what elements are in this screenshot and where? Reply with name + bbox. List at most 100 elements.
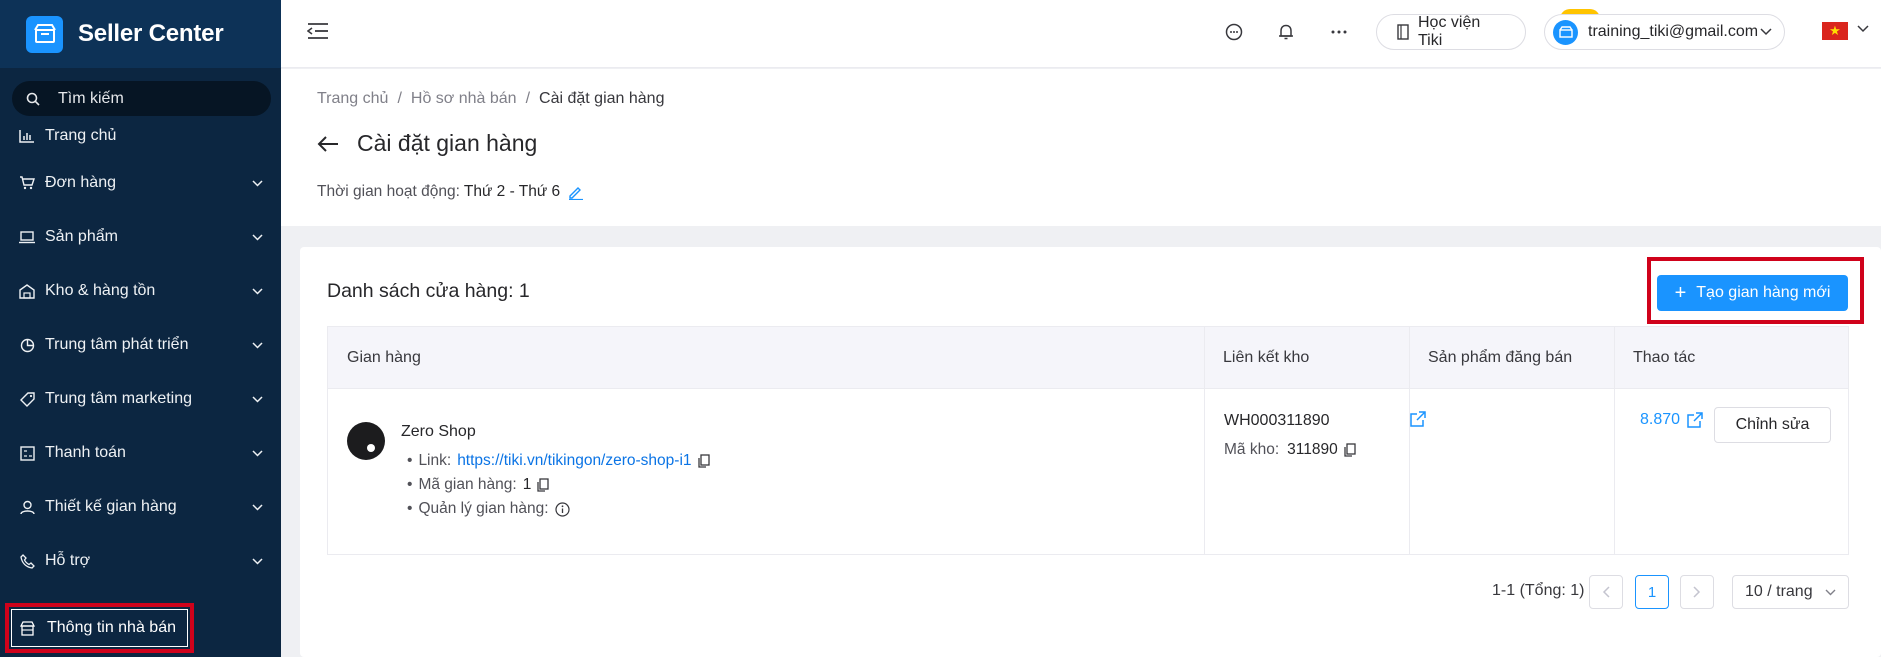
sidebar-item-label: Hỗ trợ [45,552,91,569]
shop-manage-label: Quản lý gian hàng: [418,500,549,517]
sidebar-item-marketing[interactable]: Trung tâm marketing [0,372,281,426]
sidebar-item-label: Thanh toán [45,444,126,461]
breadcrumb-separator: / [525,90,531,107]
pagination-next[interactable] [1680,575,1714,609]
copy-icon[interactable] [537,478,549,492]
shop-link[interactable]: https://tiki.vn/tikingon/zero-shop-i1 [457,452,691,470]
search-icon [26,92,40,106]
pagination-summary: 1-1 (Tổng: 1) [1492,582,1585,599]
sidebar-item-products[interactable]: Sản phẩm [0,210,281,264]
warehouse-code: WH000311890 [1224,412,1330,429]
academy-label: Học viện Tiki [1418,14,1481,49]
user-icon [18,500,36,515]
bullet: • [407,500,413,517]
cart-icon [18,176,36,190]
shop-code-line: • Mã gian hàng: 1 [407,476,549,494]
flag-star: ★ [1829,23,1841,38]
column-divider [1204,327,1205,554]
bell-icon [1278,23,1294,41]
notification-button[interactable] [1268,14,1304,50]
shop-manage-line: • Quản lý gian hàng: [407,500,570,518]
sidebar-item-seller-info[interactable]: Thông tin nhà bán [5,603,194,653]
products-count: 8.870 [1640,411,1681,428]
store-icon [20,620,38,636]
account-email: training_tiki@gmail.com [1588,23,1759,40]
external-link-icon [1687,412,1703,428]
chevron-down-icon [252,503,263,511]
phone-icon [18,553,36,569]
sidebar-item-label: Đơn hàng [45,174,116,191]
chevron-down-icon [252,341,263,349]
breadcrumb-seller-profile[interactable]: Hồ sơ nhà bán [411,90,517,108]
chevron-down-icon [1760,28,1772,36]
table-header: Gian hàng Liên kết kho Sản phẩm đăng bán… [328,327,1848,389]
sidebar-item-label: Trung tâm phát triển [45,336,189,353]
column-header-store: Gian hàng [347,349,421,366]
bullet: • [407,476,413,493]
shop-code: 1 [522,476,532,493]
account-menu[interactable]: training_tiki@gmail.com [1544,14,1785,50]
calculator-icon [18,445,36,461]
page-size-select[interactable]: 10 / trang [1732,575,1849,609]
chevron-left-icon [1602,586,1610,598]
copy-icon[interactable] [1344,443,1356,457]
back-arrow-icon[interactable] [317,135,339,153]
create-store-button[interactable]: + Tạo gian hàng mới [1657,275,1848,311]
warehouse-id-label: Mã kho: [1224,441,1280,458]
warehouse-id-line: Mã kho: 311890 [1224,441,1356,459]
academy-button[interactable]: Học viện Tiki [1376,14,1526,50]
copy-icon[interactable] [697,454,710,468]
sidebar-search[interactable]: Tìm kiếm [12,81,271,116]
sidebar-item-seller-info-inner: Thông tin nhà bán [11,609,188,647]
sidebar-item-growth[interactable]: Trung tâm phát triển [0,318,281,372]
info-icon[interactable] [554,501,570,517]
chevron-down-icon [252,449,263,457]
shop-code-label: Mã gian hàng: [418,476,517,493]
brand-title: Seller Center [78,20,224,47]
sidebar-item-store-design[interactable]: Thiết kế gian hàng [0,480,281,534]
chevron-down-icon [252,233,263,241]
chevron-down-icon [252,395,263,403]
book-icon [1397,24,1409,40]
sidebar-item-home[interactable]: Trang chủ [0,116,281,156]
breadcrumb-home[interactable]: Trang chủ [317,90,388,108]
page-size-value: 10 / trang [1745,583,1813,600]
shop-link-label: Link: [418,452,452,469]
vietnam-flag-icon[interactable]: ★ [1822,22,1848,40]
pagination-prev[interactable] [1589,575,1623,609]
external-link-icon[interactable] [1410,411,1426,427]
shop-name: Zero Shop [401,423,476,440]
column-header-products: Sản phẩm đăng bán [1428,349,1573,366]
column-divider [1409,327,1410,554]
chevron-right-icon [1693,586,1701,598]
sidebar-item-label: Thiết kế gian hàng [45,498,177,515]
page-title: Cài đặt gian hàng [357,130,538,156]
sidebar-item-label: Kho & hàng tồn [45,282,156,299]
sidebar-item-support[interactable]: Hỗ trợ [0,534,281,588]
chevron-down-icon[interactable] [1857,25,1869,33]
pagination-page-current[interactable]: 1 [1635,575,1669,609]
bullet: • [407,452,413,469]
edit-pencil-icon[interactable] [568,184,584,200]
more-icon [1331,30,1347,34]
brand[interactable]: Seller Center [0,0,281,68]
plus-icon: + [1674,282,1687,304]
more-button[interactable] [1321,14,1357,50]
chat-icon [1225,23,1243,41]
warehouse-id: 311890 [1287,441,1338,458]
laptop-icon [18,230,36,244]
sidebar: Seller Center Tìm kiếm Trang chủ Đơn hàn… [0,0,281,657]
pie-chart-icon [18,338,36,353]
sidebar-item-label: Thông tin nhà bán [47,619,176,636]
sidebar-nav: Trang chủ Đơn hàng Sản phẩm Kho & hàng t… [0,116,281,588]
chevron-down-icon [252,179,263,187]
sidebar-item-label: Sản phẩm [45,228,118,245]
edit-store-button[interactable]: Chỉnh sửa [1714,407,1831,443]
sidebar-item-payments[interactable]: Thanh toán [0,426,281,480]
hours-label: Thời gian hoạt động: [317,183,460,200]
sidebar-item-inventory[interactable]: Kho & hàng tồn [0,264,281,318]
chat-button[interactable] [1216,14,1252,50]
sidebar-item-orders[interactable]: Đơn hàng [0,156,281,210]
products-count-link[interactable]: 8.870 [1640,411,1703,429]
menu-collapse-icon[interactable] [307,22,329,40]
